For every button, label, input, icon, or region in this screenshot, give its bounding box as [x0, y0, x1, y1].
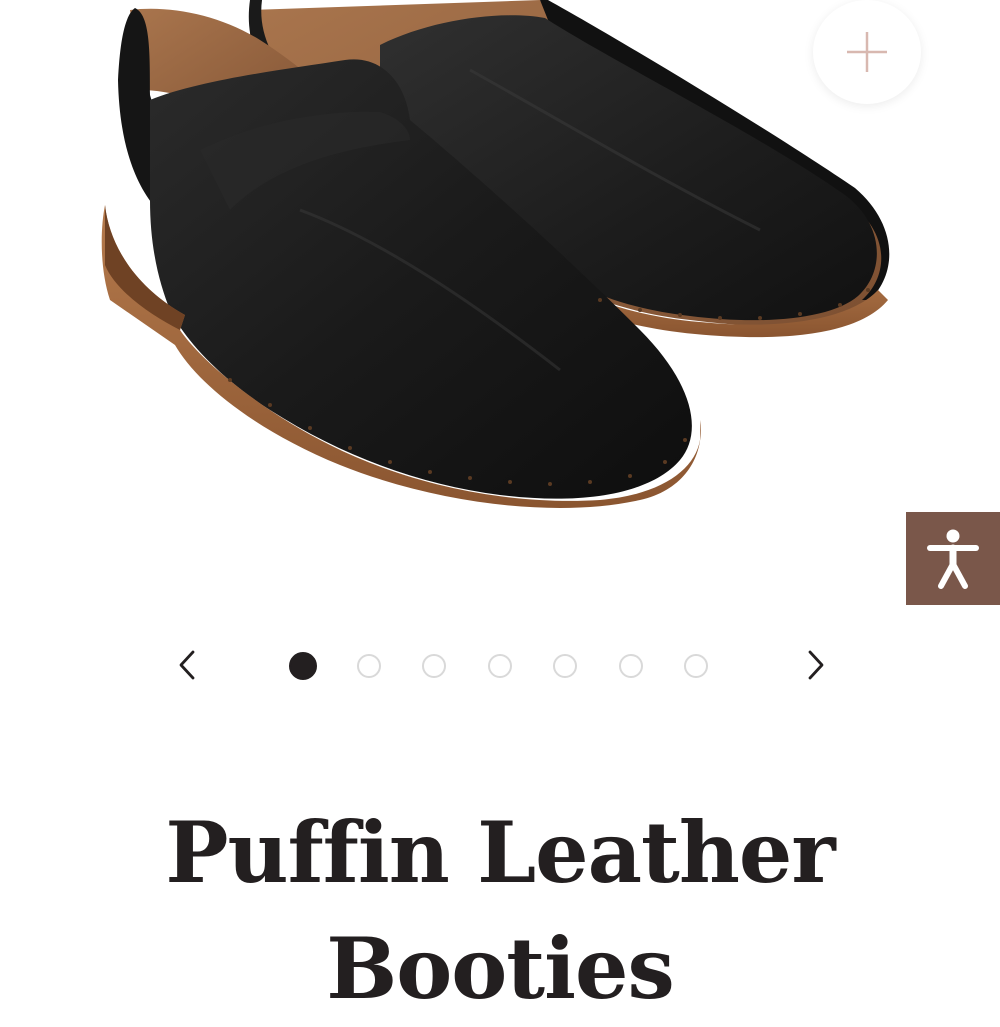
chevron-right-icon [808, 650, 824, 680]
plus-icon [847, 32, 887, 72]
carousel-dot-4[interactable] [487, 654, 512, 678]
carousel-dot-2[interactable] [356, 654, 381, 678]
carousel-prev-button[interactable] [167, 645, 207, 685]
carousel-dot-7[interactable] [684, 654, 708, 678]
accessibility-button[interactable] [906, 512, 1000, 605]
carousel-dot-6[interactable] [618, 654, 643, 678]
carousel-dot-3[interactable] [422, 654, 446, 678]
carousel-dot-1[interactable] [289, 652, 317, 680]
carousel-next-button[interactable] [796, 645, 836, 685]
carousel-dot-5[interactable] [553, 654, 577, 678]
chevron-left-icon [179, 650, 195, 680]
accessibility-person-icon [927, 529, 979, 589]
zoom-button[interactable] [813, 0, 921, 104]
carousel-pagination [289, 652, 708, 680]
product-title: Puffin Leather Booties [165, 803, 835, 1018]
